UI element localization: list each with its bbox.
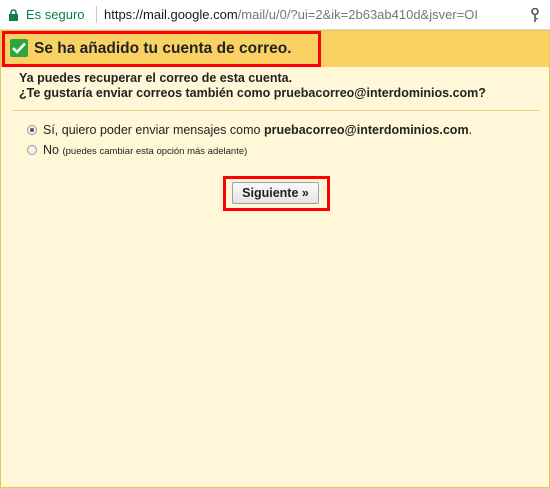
radio-no[interactable] — [27, 145, 37, 155]
option-no[interactable]: No (puedes cambiar esta opción más adela… — [27, 143, 247, 157]
radio-yes[interactable] — [27, 125, 37, 135]
option-yes[interactable]: Sí, quiero poder enviar mensajes como pr… — [27, 123, 472, 137]
address-bar[interactable]: Es seguro https://mail.google.com/mail/u… — [0, 0, 550, 30]
lock-icon — [9, 9, 18, 21]
option-yes-label: Sí, quiero poder enviar mensajes como — [43, 123, 261, 137]
title-highlight-box — [2, 31, 321, 67]
secure-label: Es seguro — [26, 7, 85, 22]
divider — [12, 110, 540, 111]
next-button[interactable]: Siguiente » — [232, 182, 319, 204]
option-yes-email: pruebacorreo@interdominios.com — [263, 123, 469, 137]
option-no-note: (puedes cambiar esta opción más adelante… — [62, 146, 248, 157]
url-host: https://mail.google.com — [104, 7, 238, 22]
url-path: /mail/u/0/?ui=2&ik=2b63ab410d&jsver=OI — [237, 7, 478, 22]
intro-line-2: ¿Te gustaría enviar correos también como… — [19, 86, 486, 100]
key-icon[interactable] — [530, 8, 540, 22]
dialog-intro: Ya puedes recuperar el correo de esta cu… — [19, 71, 539, 101]
address-divider — [96, 6, 97, 23]
option-yes-suffix: . — [468, 123, 473, 137]
dialog-header: Se ha añadido tu cuenta de correo. — [1, 31, 549, 67]
url-text[interactable]: https://mail.google.com/mail/u/0/?ui=2&i… — [104, 7, 522, 22]
account-added-dialog: Se ha añadido tu cuenta de correo. Ya pu… — [0, 30, 550, 488]
intro-line-1: Ya puedes recuperar el correo de esta cu… — [19, 71, 293, 85]
option-no-label: No — [43, 143, 59, 157]
